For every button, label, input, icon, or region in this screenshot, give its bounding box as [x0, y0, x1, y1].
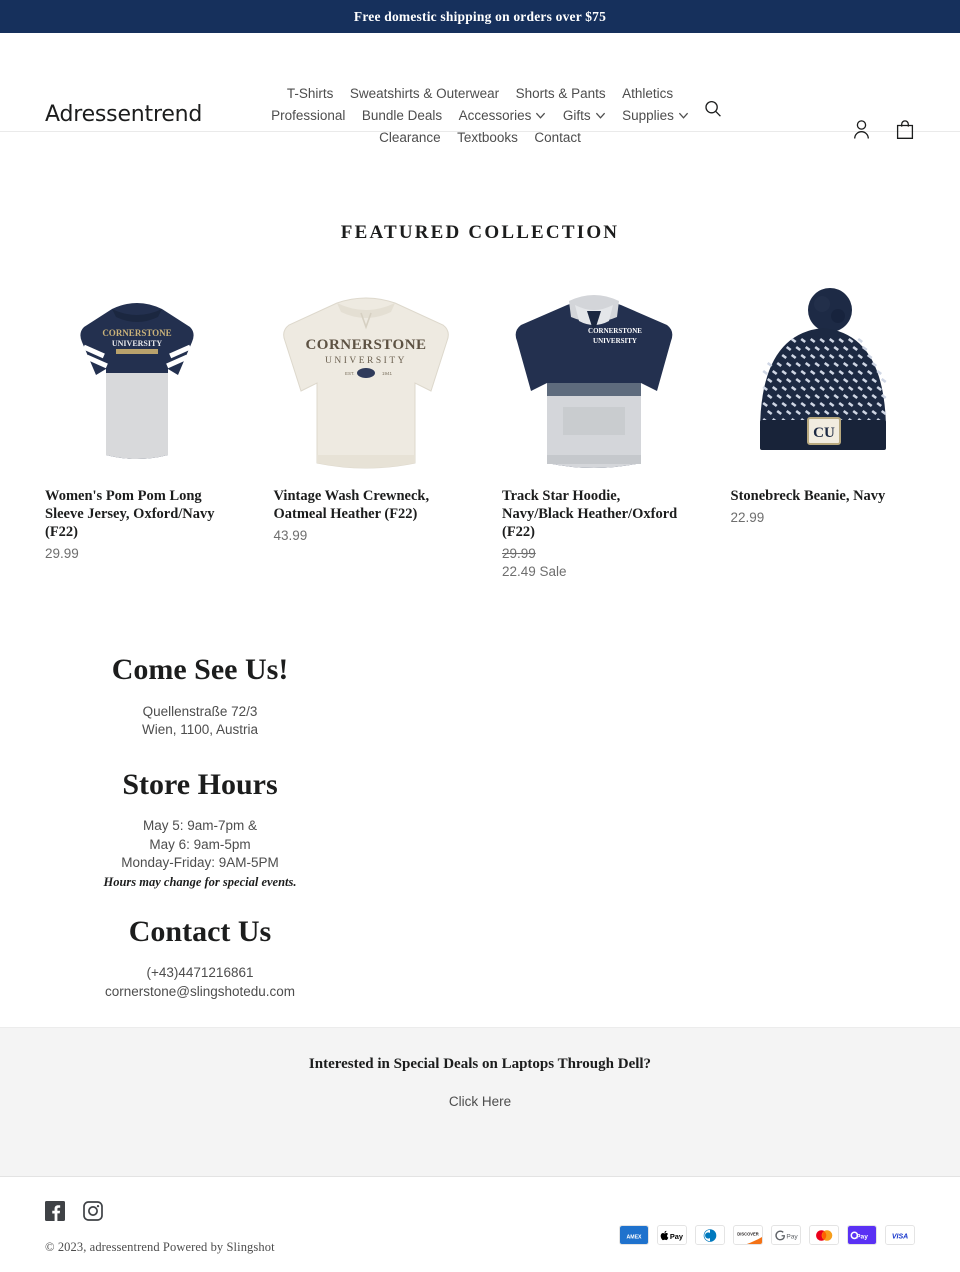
store-hours-heading: Store Hours [122, 767, 278, 801]
svg-text:CU: CU [813, 425, 835, 441]
amex-icon: AMEX [619, 1225, 649, 1245]
svg-text:DISCOVER: DISCOVER [737, 1231, 758, 1236]
contact-us-heading: Contact Us [128, 914, 272, 948]
nav-item-shorts-pants[interactable]: Shorts & Pants [516, 83, 606, 105]
nav-item-athletics[interactable]: Athletics [622, 83, 673, 105]
social-links [45, 1201, 915, 1221]
product-image: CORNERSTONE UNIVERSITY [45, 282, 230, 477]
product-compare-price: 29.99 [502, 546, 536, 561]
product-image: CU [730, 282, 915, 477]
nav-item-accessories[interactable]: Accessories [459, 105, 547, 127]
chevron-down-icon [535, 106, 546, 119]
announcement-text: Free domestic shipping on orders over $7… [353, 8, 607, 24]
product-image: CORNERSTONE UNIVERSITY [502, 282, 687, 477]
product-title: Vintage Wash Crewneck, Oatmeal Heather (… [273, 488, 430, 522]
store-address-line-1: Quellenstraße 72/3 [142, 703, 258, 719]
header-icon-group [852, 119, 915, 140]
store-address-line-2: Wien, 1100, Austria [141, 722, 259, 737]
product-grid: CORNERSTONE UNIVERSITY Women's Pom Pom L… [45, 282, 915, 581]
shopping-bag-icon [895, 120, 915, 144]
nav-item-sweatshirts-outerwear[interactable]: Sweatshirts & Outerwear [350, 83, 499, 105]
search-icon [703, 100, 723, 122]
nav-item-supplies-label: Supplies [622, 108, 674, 124]
product-card[interactable]: CU Stonebreck Beanie, Navy 22.99 [730, 282, 916, 581]
svg-text:EST.: EST. [345, 371, 355, 376]
svg-text:CORNERSTONE: CORNERSTONE [103, 328, 172, 338]
svg-text:Pay: Pay [670, 1231, 684, 1240]
come-see-us-heading: Come See Us! [111, 653, 289, 686]
cart-link[interactable] [895, 119, 915, 140]
main-navigation: T-Shirts Sweatshirts & Outerwear Shorts … [255, 83, 705, 150]
announcement-bar: Free domestic shipping on orders over $7… [0, 0, 960, 33]
product-price-value: 22.99 [730, 510, 765, 525]
featured-collection-section: FEATURED COLLECTION CORNERSTONE UNIVERSI… [0, 132, 960, 581]
site-logo[interactable]: Adressentrend [45, 104, 202, 126]
nav-item-contact[interactable]: Contact [534, 127, 581, 149]
apple-pay-icon: Pay [657, 1225, 687, 1245]
instagram-icon [83, 1201, 103, 1225]
product-price: 22.99 [731, 509, 916, 527]
product-title: Stonebreck Beanie, Navy [730, 488, 886, 504]
product-title: Track Star Hoodie, Navy/Black Heather/Ox… [502, 488, 678, 540]
product-sale-price: 22.49 Sale [502, 564, 567, 579]
contact-phone: (+43)4471216861 [146, 965, 254, 980]
svg-text:UNIVERSITY: UNIVERSITY [112, 339, 162, 348]
product-price: 43.99 [274, 527, 459, 545]
svg-text:UNIVERSITY: UNIVERSITY [325, 356, 407, 366]
person-icon [852, 120, 871, 144]
svg-text:Pay: Pay [786, 1233, 798, 1240]
facebook-icon [45, 1201, 65, 1225]
nav-item-supplies[interactable]: Supplies [622, 105, 689, 127]
svg-text:CORNERSTONE: CORNERSTONE [305, 337, 426, 353]
promo-title: Interested in Special Deals on Laptops T… [308, 1056, 652, 1072]
product-card[interactable]: CORNERSTONE UNIVERSITY EST. 1941 Vintage… [273, 282, 459, 581]
nav-item-textbooks[interactable]: Textbooks [457, 127, 518, 149]
diners-club-icon [695, 1225, 725, 1245]
promo-click-here-link[interactable]: Click Here [449, 1094, 511, 1109]
nav-item-accessories-label: Accessories [458, 108, 532, 124]
nav-item-gifts[interactable]: Gifts [563, 105, 606, 127]
nav-item-professional[interactable]: Professional [271, 105, 345, 127]
product-price-value: 29.99 [45, 546, 79, 561]
nav-item-bundle-deals[interactable]: Bundle Deals [362, 105, 442, 127]
store-hours-note: Hours may change for special events. [103, 874, 297, 889]
svg-text:VISA: VISA [892, 1233, 908, 1240]
discover-icon: DISCOVER [733, 1225, 763, 1245]
instagram-link[interactable] [83, 1201, 103, 1221]
svg-text:UNIVERSITY: UNIVERSITY [593, 337, 637, 345]
store-info-section: Come See Us! Quellenstraße 72/3 Wien, 11… [0, 581, 400, 1001]
nav-item-t-shirts[interactable]: T-Shirts [287, 83, 334, 105]
account-link[interactable] [852, 119, 871, 140]
store-hours-line-1: May 5: 9am-7pm & [142, 818, 258, 833]
visa-icon: VISA [885, 1225, 915, 1245]
site-header: Adressentrend T-Shirts Sweatshirts & Out… [0, 33, 960, 145]
store-hours-line-3: Monday-Friday: 9AM-5PM [121, 855, 279, 870]
nav-item-gifts-label: Gifts [562, 108, 591, 124]
mastercard-icon [809, 1225, 839, 1245]
product-price: 29.99 [45, 545, 230, 563]
site-footer: © 2023, adressentrend Powered by Slingsh… [0, 1177, 960, 1272]
shop-pay-icon: Pay [847, 1225, 877, 1245]
product-title: Women's Pom Pom Long Sleeve Jersey, Oxfo… [45, 488, 215, 540]
google-pay-icon: Pay [771, 1225, 801, 1245]
chevron-down-icon [678, 106, 689, 119]
payment-icons: AMEX Pay DISCOVER Pay Pay VISA [619, 1225, 915, 1245]
product-price-value: 43.99 [273, 528, 308, 543]
product-image: CORNERSTONE UNIVERSITY EST. 1941 [273, 282, 458, 477]
product-price: 29.99 22.49 Sale [502, 545, 687, 581]
svg-text:CORNERSTONE: CORNERSTONE [588, 327, 642, 335]
product-card[interactable]: CORNERSTONE UNIVERSITY Track Star Hoodie… [502, 282, 687, 581]
store-hours-line-2: May 6: 9am-5pm [149, 836, 251, 852]
product-card[interactable]: CORNERSTONE UNIVERSITY Women's Pom Pom L… [45, 282, 230, 581]
facebook-link[interactable] [45, 1201, 65, 1221]
nav-item-clearance[interactable]: Clearance [379, 127, 441, 149]
search-button[interactable] [702, 99, 724, 121]
svg-text:1941: 1941 [382, 371, 393, 376]
chevron-down-icon [595, 106, 606, 119]
promo-section: Interested in Special Deals on Laptops T… [0, 1027, 960, 1177]
svg-text:AMEX: AMEX [627, 1234, 643, 1240]
contact-email: cornerstone@slingshotedu.com [104, 983, 296, 999]
